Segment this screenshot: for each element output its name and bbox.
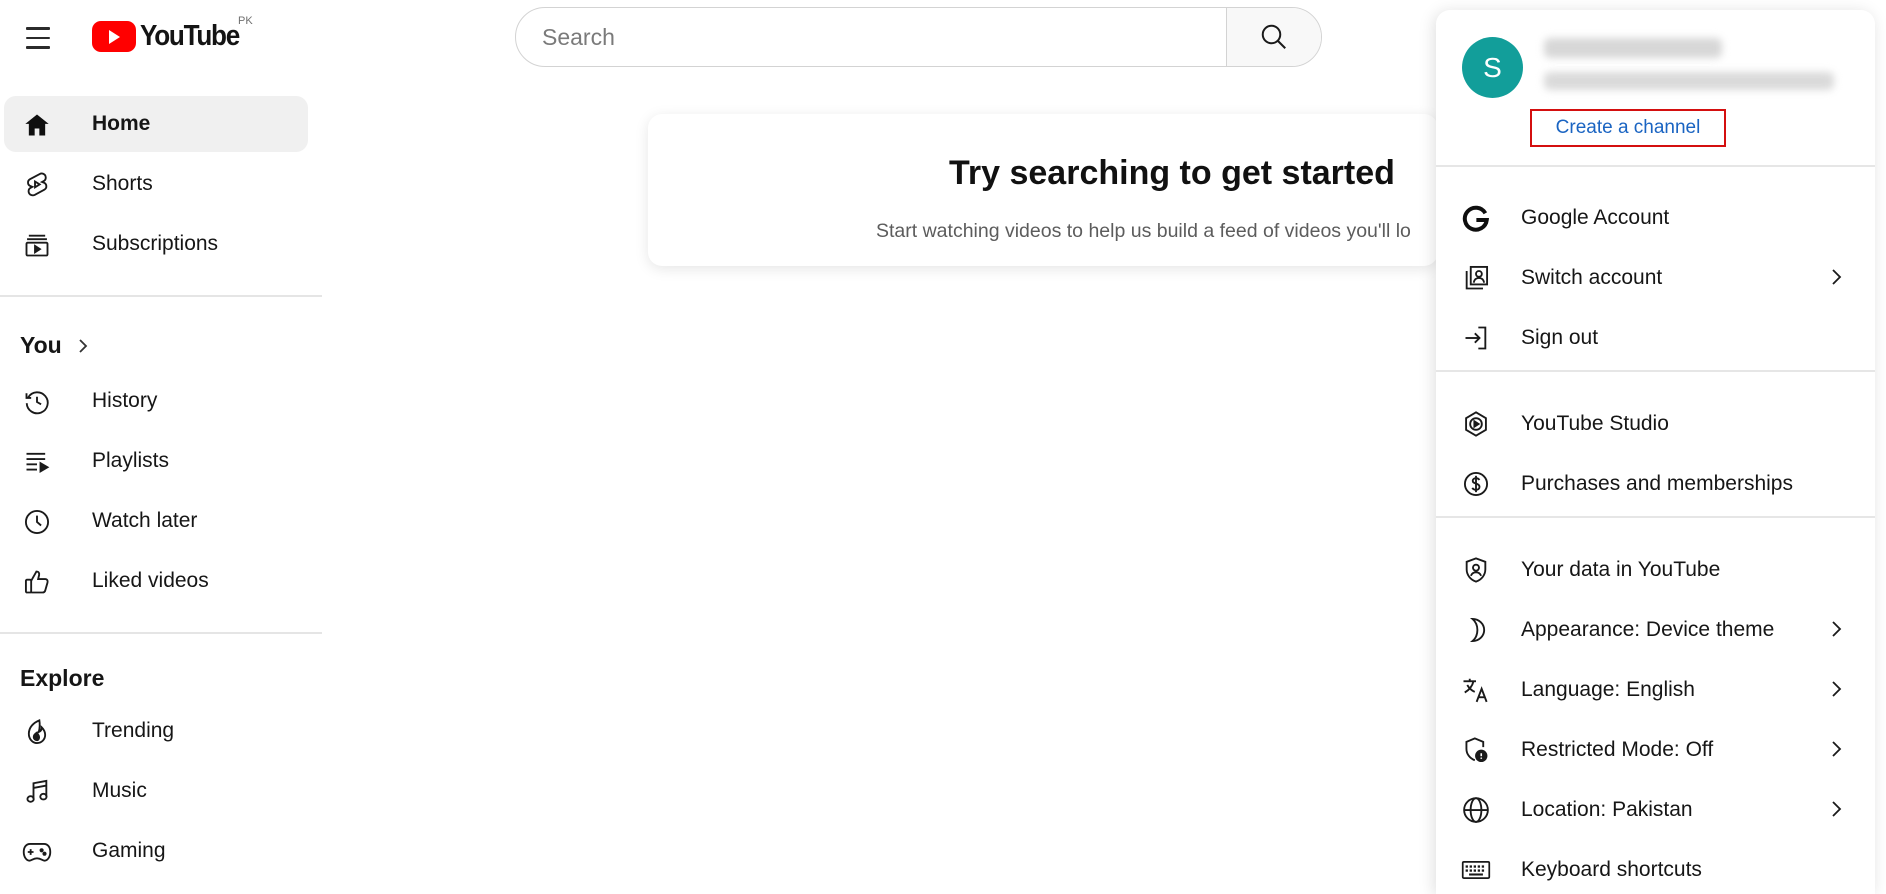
sidebar-item-label: Liked videos xyxy=(92,569,209,592)
account-name-redacted xyxy=(1544,38,1722,58)
trending-icon xyxy=(22,717,52,747)
sidebar-item-music[interactable]: Music xyxy=(4,763,308,819)
sidebar-item-label: Gaming xyxy=(92,839,166,862)
switch-account-icon xyxy=(1461,263,1491,293)
chevron-right-icon xyxy=(1832,801,1842,817)
region-code: PK xyxy=(238,15,253,27)
menu-item-label: YouTube Studio xyxy=(1521,412,1669,435)
sidebar-item-shorts[interactable]: Shorts xyxy=(4,156,308,212)
history-icon xyxy=(22,387,52,417)
menu-item-label: Keyboard shortcuts xyxy=(1521,858,1702,881)
menu-item-sign-out[interactable]: Sign out xyxy=(1436,310,1875,366)
home-icon xyxy=(22,110,52,140)
sidebar-item-label: Shorts xyxy=(92,172,153,195)
account-email-redacted xyxy=(1544,72,1834,90)
subscriptions-icon xyxy=(22,230,52,260)
menu-item-your-data[interactable]: Your data in YouTube xyxy=(1436,542,1875,598)
explore-title-text: Explore xyxy=(20,665,105,691)
sidebar-item-label: Watch later xyxy=(92,509,198,532)
menu-item-label: Switch account xyxy=(1521,266,1663,289)
youtube-play-icon xyxy=(92,21,136,52)
menu-item-purchases[interactable]: Purchases and memberships xyxy=(1436,456,1875,512)
gaming-icon xyxy=(22,837,52,867)
sidebar-divider xyxy=(0,632,322,634)
logo-text: YouTube xyxy=(140,20,240,52)
sidebar-item-label: History xyxy=(92,389,158,412)
sidebar-item-liked-videos[interactable]: Liked videos xyxy=(4,553,308,609)
your-data-icon xyxy=(1461,555,1491,585)
menu-item-youtube-studio[interactable]: YouTube Studio xyxy=(1436,396,1875,452)
sidebar-item-label: Subscriptions xyxy=(92,232,219,255)
watch-later-icon xyxy=(22,507,52,537)
sidebar-item-watch-later[interactable]: Watch later xyxy=(4,493,308,549)
search-icon xyxy=(1261,24,1286,49)
menu-item-keyboard-shortcuts[interactable]: Keyboard shortcuts xyxy=(1436,842,1875,894)
menu-divider xyxy=(1436,165,1875,167)
menu-item-location[interactable]: Location: Pakistan xyxy=(1436,782,1875,838)
menu-item-restricted-mode[interactable]: Restricted Mode: Off xyxy=(1436,722,1875,778)
youtube-logo[interactable]: YouTube xyxy=(92,20,250,53)
you-section-header[interactable]: You xyxy=(20,332,90,359)
sidebar-item-history[interactable]: History xyxy=(4,373,308,429)
you-section-title: You xyxy=(20,332,62,358)
sidebar-item-label: Music xyxy=(92,779,147,802)
sidebar-item-trending[interactable]: Trending xyxy=(4,703,308,759)
sign-out-icon xyxy=(1461,323,1491,353)
sidebar-item-label: Playlists xyxy=(92,449,170,472)
explore-section-title: Explore xyxy=(20,665,104,692)
sidebar-item-home[interactable]: Home xyxy=(4,96,308,152)
chevron-right-icon xyxy=(1832,621,1842,637)
appearance-icon xyxy=(1461,615,1491,645)
sidebar-item-gaming[interactable]: Gaming xyxy=(4,823,308,879)
sidebar-divider xyxy=(0,295,322,297)
menu-item-google-account[interactable]: Google Account xyxy=(1436,190,1875,246)
menu-divider xyxy=(1436,370,1875,372)
menu-bar xyxy=(26,36,50,40)
menu-item-label: Language: English xyxy=(1521,678,1695,701)
search-bar xyxy=(515,7,1322,67)
playlists-icon xyxy=(22,447,52,477)
google-icon xyxy=(1461,203,1491,233)
empty-feed-card: Try searching to get started Start watch… xyxy=(648,114,1438,266)
chevron-right-icon xyxy=(1832,269,1842,285)
restricted-mode-icon xyxy=(1461,735,1491,765)
search-input[interactable] xyxy=(516,8,1226,66)
menu-item-label: Restricted Mode: Off xyxy=(1521,738,1714,761)
account-menu: S Create a channel Google Account Switch… xyxy=(1436,10,1875,894)
keyboard-icon xyxy=(1461,855,1491,885)
sidebar-item-subscriptions[interactable]: Subscriptions xyxy=(4,216,308,272)
menu-item-label: Purchases and memberships xyxy=(1521,472,1793,495)
menu-item-appearance[interactable]: Appearance: Device theme xyxy=(1436,602,1875,658)
menu-item-label: Sign out xyxy=(1521,326,1599,349)
location-icon xyxy=(1461,795,1491,825)
empty-feed-subtitle: Start watching videos to help us build a… xyxy=(876,220,1411,242)
sidebar-item-playlists[interactable]: Playlists xyxy=(4,433,308,489)
liked-videos-icon xyxy=(22,567,52,597)
chevron-right-icon xyxy=(1832,681,1842,697)
empty-feed-title: Try searching to get started xyxy=(949,154,1395,192)
menu-item-label: Location: Pakistan xyxy=(1521,798,1693,821)
menu-item-label: Appearance: Device theme xyxy=(1521,618,1775,641)
purchases-icon xyxy=(1461,469,1491,499)
sidebar-item-label: Home xyxy=(92,112,151,135)
menu-item-language[interactable]: Language: English xyxy=(1436,662,1875,718)
menu-item-label: Google Account xyxy=(1521,206,1670,229)
music-icon xyxy=(22,777,52,807)
language-icon xyxy=(1461,675,1491,705)
menu-item-label: Your data in YouTube xyxy=(1521,558,1721,581)
search-button[interactable] xyxy=(1226,8,1321,66)
chevron-right-icon xyxy=(1832,741,1842,757)
avatar: S xyxy=(1462,37,1523,98)
chevron-right-icon xyxy=(79,338,88,353)
menu-bar xyxy=(26,46,50,49)
youtube-studio-icon xyxy=(1461,409,1491,439)
menu-divider xyxy=(1436,516,1875,518)
menu-item-switch-account[interactable]: Switch account xyxy=(1436,250,1875,306)
create-channel-link[interactable]: Create a channel xyxy=(1530,109,1726,147)
menu-bar xyxy=(26,27,50,30)
shorts-icon xyxy=(22,170,52,200)
menu-button[interactable] xyxy=(18,22,58,54)
sidebar-item-label: Trending xyxy=(92,719,175,742)
